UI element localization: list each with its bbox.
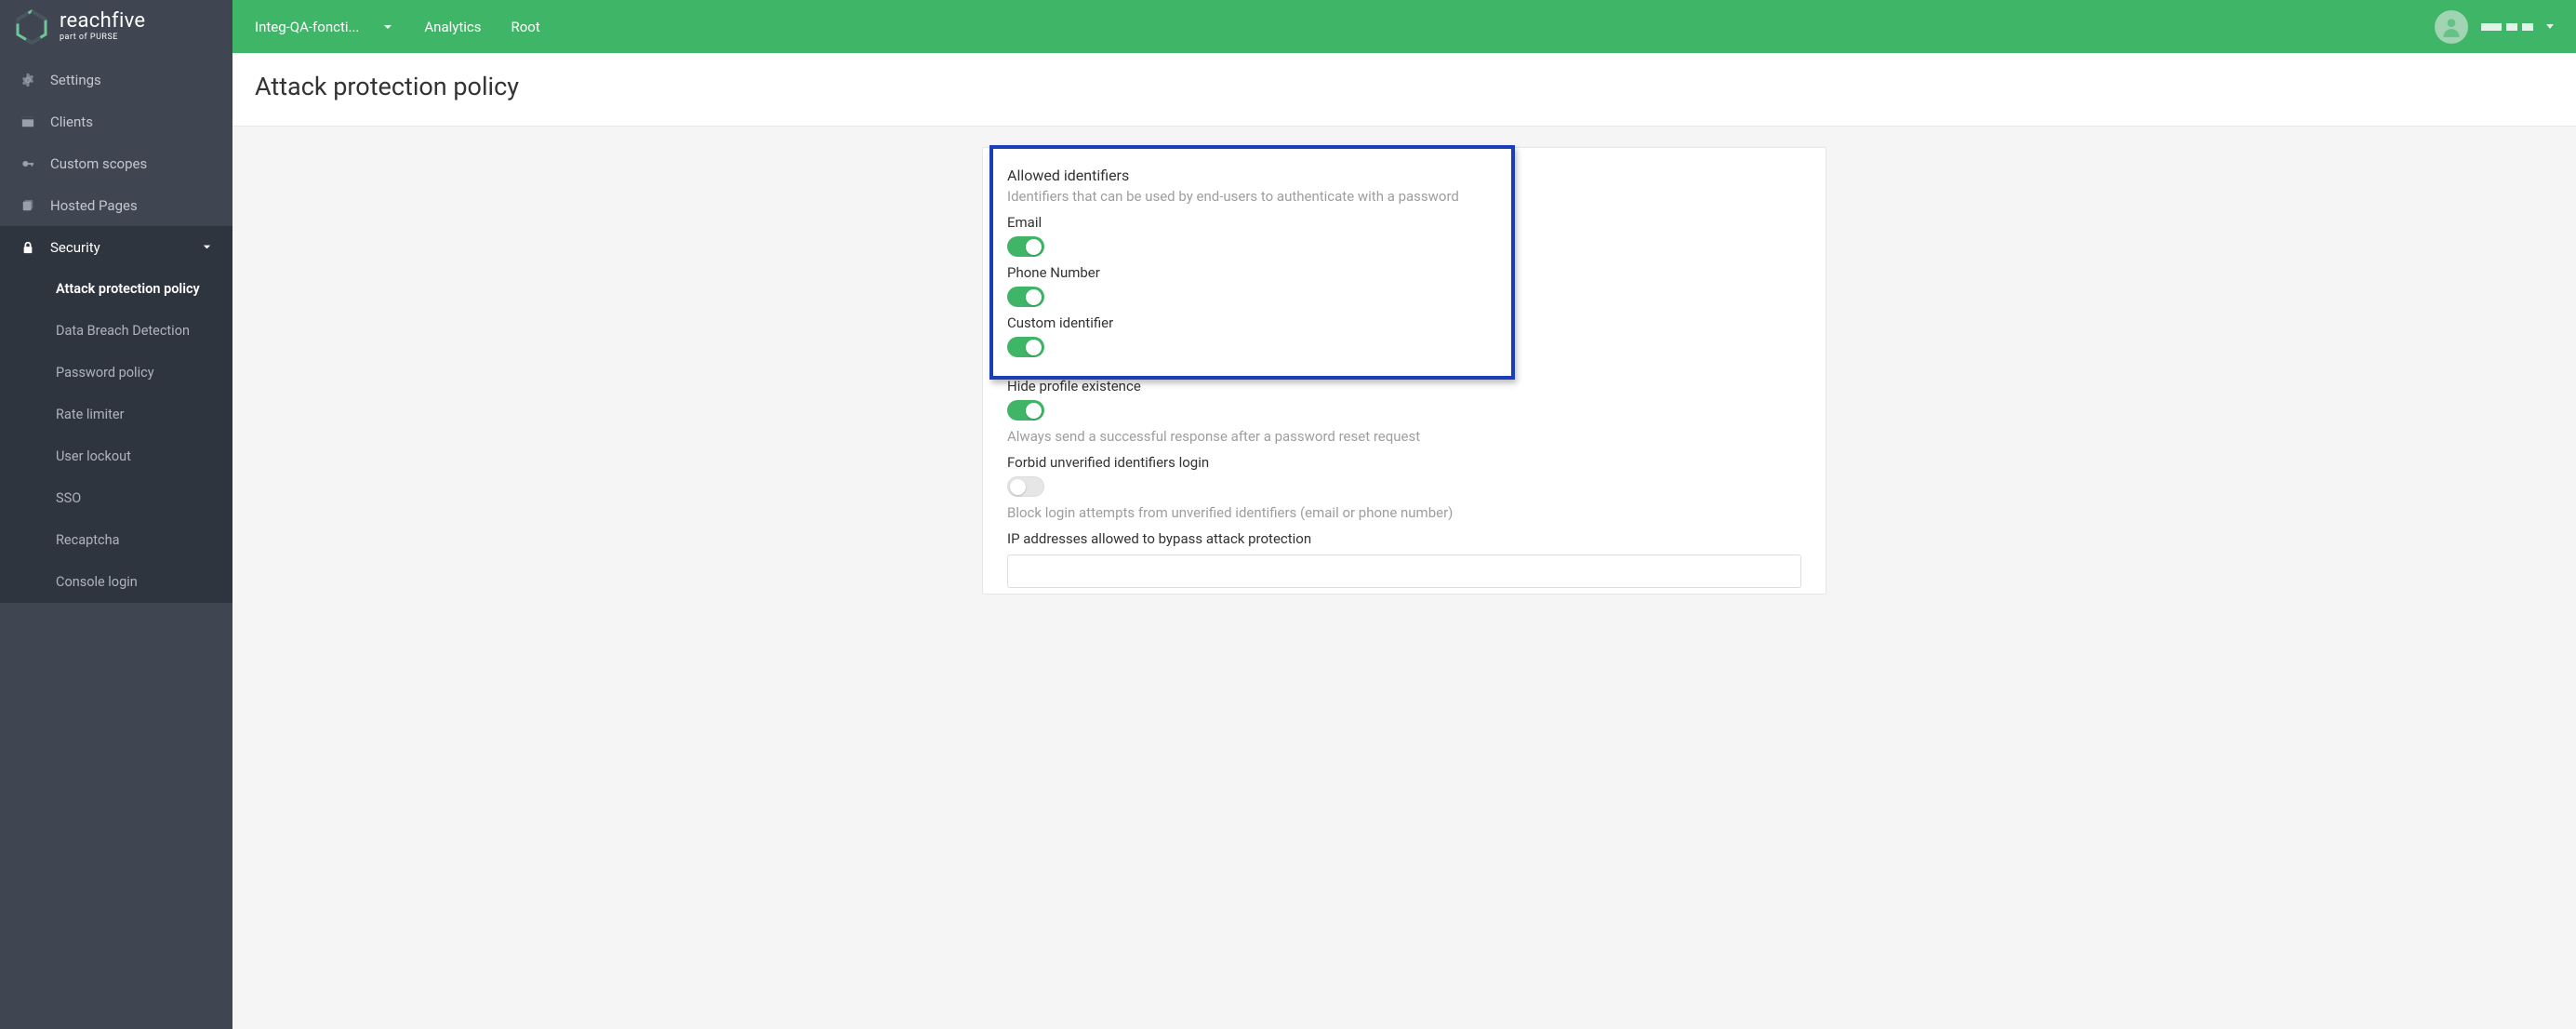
pages-icon bbox=[20, 198, 35, 213]
topbar: Integ-QA-foncti... Analytics Root bbox=[232, 0, 2576, 53]
tenant-name: Integ-QA-foncti... bbox=[255, 19, 359, 35]
gear-icon bbox=[20, 73, 35, 87]
subnav-user-lockout[interactable]: User lockout bbox=[0, 435, 232, 477]
lock-icon bbox=[20, 240, 35, 255]
hide-profile-label: Hide profile existence bbox=[1007, 378, 1801, 394]
settings-card: Allowed identifiers Identifiers that can… bbox=[982, 147, 1826, 595]
hide-profile-desc: Always send a successful response after … bbox=[1007, 428, 1801, 445]
forbid-unverified-desc: Block login attempts from unverified ide… bbox=[1007, 504, 1801, 521]
section-title: Allowed identifiers bbox=[1007, 167, 1801, 184]
sidebar-label: Hosted Pages bbox=[50, 197, 138, 214]
chevron-down-icon bbox=[381, 20, 394, 33]
app-switcher-icon[interactable] bbox=[2481, 23, 2533, 31]
security-submenu: Attack protection policy Data Breach Det… bbox=[0, 268, 232, 603]
sidebar-label: Custom scopes bbox=[50, 155, 147, 172]
subnav-password-policy[interactable]: Password policy bbox=[0, 352, 232, 394]
subnav-recaptcha[interactable]: Recaptcha bbox=[0, 519, 232, 561]
email-toggle[interactable] bbox=[1007, 236, 1044, 257]
forbid-unverified-label: Forbid unverified identifiers login bbox=[1007, 454, 1801, 471]
sidebar-item-settings[interactable]: Settings bbox=[0, 59, 232, 100]
subnav-data-breach[interactable]: Data Breach Detection bbox=[0, 310, 232, 352]
logo[interactable]: reachfive part of PURSE bbox=[0, 0, 232, 53]
custom-identifier-label: Custom identifier bbox=[1007, 314, 1801, 331]
chevron-down-icon bbox=[202, 242, 212, 252]
ip-bypass-input[interactable] bbox=[1007, 555, 1801, 588]
sidebar-nav: Settings Clients Custom scopes Hosted Pa… bbox=[0, 53, 232, 603]
user-avatar[interactable] bbox=[2435, 10, 2468, 44]
sidebar-label: Settings bbox=[50, 72, 101, 88]
page-header: Attack protection policy bbox=[232, 53, 2576, 127]
sidebar-item-hosted-pages[interactable]: Hosted Pages bbox=[0, 184, 232, 226]
phone-toggle[interactable] bbox=[1007, 287, 1044, 307]
sidebar-item-clients[interactable]: Clients bbox=[0, 100, 232, 142]
forbid-unverified-toggle[interactable] bbox=[1007, 476, 1044, 497]
topbar-link-root[interactable]: Root bbox=[511, 19, 540, 35]
logo-text: reachfive part of PURSE bbox=[60, 11, 145, 42]
phone-label: Phone Number bbox=[1007, 264, 1801, 281]
sidebar-label: Clients bbox=[50, 114, 93, 130]
subnav-attack-protection[interactable]: Attack protection policy bbox=[0, 268, 232, 310]
sidebar-label: Security bbox=[50, 239, 100, 256]
panel-icon bbox=[20, 114, 35, 129]
subnav-rate-limiter[interactable]: Rate limiter bbox=[0, 394, 232, 435]
ip-bypass-label: IP addresses allowed to bypass attack pr… bbox=[1007, 530, 1801, 547]
subnav-console-login[interactable]: Console login bbox=[0, 561, 232, 603]
email-label: Email bbox=[1007, 214, 1801, 231]
sidebar-item-security[interactable]: Security bbox=[0, 226, 232, 268]
content-area: Allowed identifiers Identifiers that can… bbox=[232, 127, 2576, 1029]
subnav-sso[interactable]: SSO bbox=[0, 477, 232, 519]
allowed-identifiers-section: Allowed identifiers Identifiers that can… bbox=[983, 148, 1826, 370]
logo-icon bbox=[13, 8, 50, 46]
key-icon bbox=[20, 156, 35, 171]
tenant-selector[interactable]: Integ-QA-foncti... bbox=[255, 19, 394, 35]
sidebar: reachfive part of PURSE Settings Clients bbox=[0, 0, 232, 1029]
page-title: Attack protection policy bbox=[255, 72, 2554, 101]
sidebar-item-custom-scopes[interactable]: Custom scopes bbox=[0, 142, 232, 184]
dropdown-caret-icon[interactable] bbox=[2546, 24, 2554, 29]
hide-profile-section: Hide profile existence Always send a suc… bbox=[983, 370, 1826, 594]
custom-identifier-toggle[interactable] bbox=[1007, 337, 1044, 357]
topbar-link-analytics[interactable]: Analytics bbox=[424, 19, 481, 35]
hide-profile-toggle[interactable] bbox=[1007, 400, 1044, 421]
section-desc: Identifiers that can be used by end-user… bbox=[1007, 188, 1801, 205]
